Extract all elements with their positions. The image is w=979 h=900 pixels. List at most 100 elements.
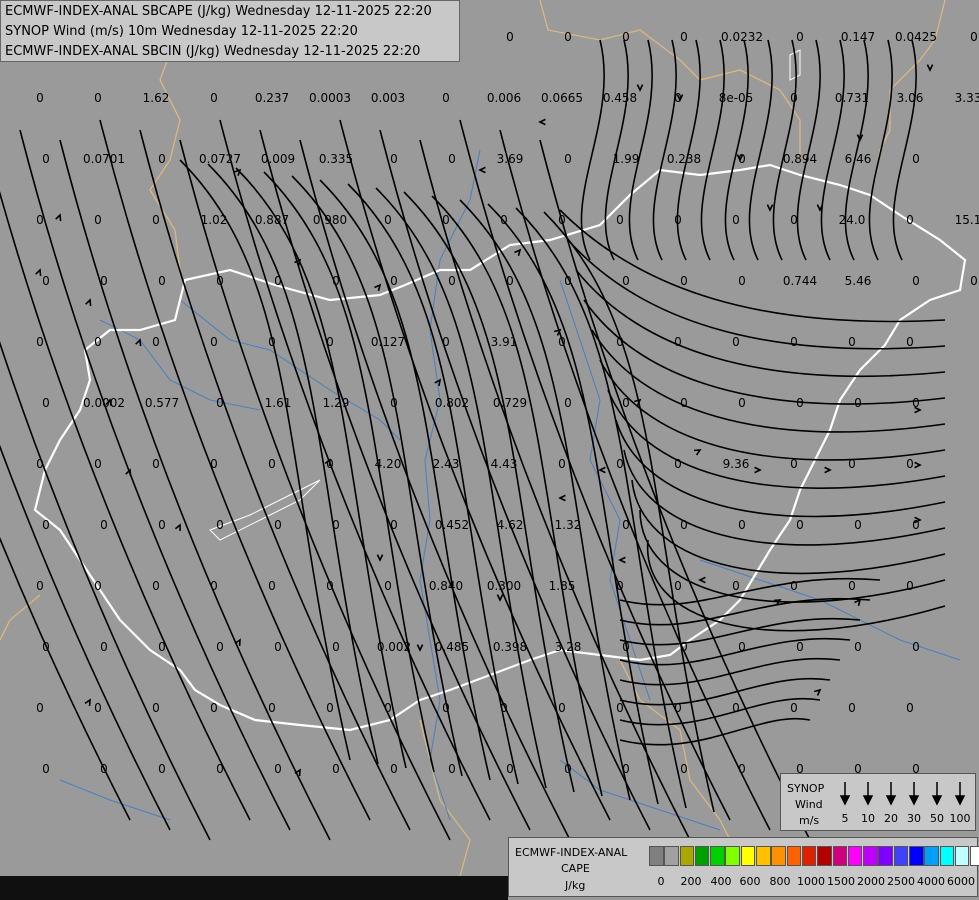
wind-legend-unit: m/s — [799, 814, 820, 827]
cape-value: 6.46 — [845, 152, 872, 166]
cape-value: 3.28 — [555, 640, 582, 654]
colorbar-swatch — [924, 846, 939, 866]
cape-value: 3.06 — [897, 91, 924, 105]
cape-value: 0 — [848, 579, 856, 593]
arrow-down-icon — [839, 795, 851, 806]
cape-value: 0 — [42, 640, 50, 654]
cape-value: 0 — [970, 274, 978, 288]
cape-value: 0 — [790, 579, 798, 593]
cape-value: 0 — [442, 701, 450, 715]
cape-value: 0 — [622, 274, 630, 288]
cape-value: 0 — [790, 701, 798, 715]
cape-value: 0 — [738, 762, 746, 776]
cape-value: 0 — [622, 640, 630, 654]
cape-value: 0 — [796, 396, 804, 410]
cape-value: 0 — [94, 213, 102, 227]
cape-value: 0 — [268, 579, 276, 593]
colorbar-tick-label: 0 — [657, 875, 665, 888]
cape-value: 0 — [738, 396, 746, 410]
cape-value: 0 — [36, 457, 44, 471]
cape-value: 0.0232 — [721, 30, 763, 44]
cape-value: 0 — [158, 152, 166, 166]
colorbar-swatch — [694, 846, 710, 866]
colorbar-swatch — [939, 846, 955, 866]
cape-value: 24.0 — [839, 213, 866, 227]
cape-value: 0 — [564, 274, 572, 288]
cape-value: 0 — [216, 640, 224, 654]
colorbar-swatch — [756, 846, 771, 866]
cape-value: 0 — [912, 640, 920, 654]
cape-value: 0 — [796, 518, 804, 532]
cape-value: 1.99 — [613, 152, 640, 166]
cape-value: 0 — [390, 762, 398, 776]
cape-value: 0 — [732, 335, 740, 349]
cape-value: 0 — [216, 396, 224, 410]
colorbar-tick-label: 4000 — [917, 875, 945, 888]
cape-value: 0 — [210, 335, 218, 349]
map-title-box: ECMWF-INDEX-ANAL SBCAPE (J/kg) Wednesday… — [0, 0, 460, 62]
cape-value: 0 — [732, 701, 740, 715]
cape-value: 0 — [970, 30, 978, 44]
cape-value: 0 — [622, 30, 630, 44]
cape-value: 0.009 — [261, 152, 295, 166]
cape-value: 0 — [796, 30, 804, 44]
cape-value: 0 — [448, 152, 456, 166]
cape-value: 0 — [100, 640, 108, 654]
arrow-down-icon — [885, 795, 897, 806]
cape-value: 0.980 — [313, 213, 347, 227]
cape-value: 0 — [332, 274, 340, 288]
cape-value: 0 — [326, 579, 334, 593]
cape-value: 0 — [100, 518, 108, 532]
cape-value: 0 — [158, 274, 166, 288]
colorbar-swatch — [893, 846, 909, 866]
cape-value: 0.840 — [429, 579, 463, 593]
cape-value: 0 — [442, 91, 450, 105]
cape-value: 0 — [94, 457, 102, 471]
cape-value: 0 — [506, 762, 514, 776]
cape-value: 4.62 — [497, 518, 524, 532]
colorbar-swatch — [679, 846, 695, 866]
cape-value: 8e-05 — [719, 91, 754, 105]
cape-value: 0 — [332, 762, 340, 776]
cape-value: 0 — [674, 701, 682, 715]
cape-value: 0 — [616, 457, 624, 471]
cape-value: 1.02 — [201, 213, 228, 227]
cape-value: 0 — [558, 335, 566, 349]
cape-value: 0 — [564, 396, 572, 410]
cape-value: 0.006 — [487, 91, 521, 105]
cape-value: 0 — [332, 640, 340, 654]
cape-value: 0.894 — [783, 152, 817, 166]
title-sbcin: ECMWF-INDEX-ANAL SBCIN (J/kg) Wednesday … — [5, 44, 421, 59]
weather-map[interactable]: 000.4910.48100.2960000000.023200.1470.04… — [0, 0, 979, 900]
cape-value: 0 — [326, 335, 334, 349]
cape-value: 0.127 — [371, 335, 405, 349]
wind-speed-label: 50 — [930, 812, 944, 825]
cape-value: 0 — [732, 579, 740, 593]
cape-value: 1.29 — [323, 396, 350, 410]
cape-value: 0.485 — [435, 640, 469, 654]
arrow-down-icon — [908, 795, 920, 806]
cape-value: 0 — [622, 762, 630, 776]
colorbar-swatch — [954, 846, 970, 866]
cape-value: 0 — [558, 213, 566, 227]
cape-value: 0 — [790, 213, 798, 227]
cape-value: 0 — [216, 762, 224, 776]
colorbar-tick-label: 200 — [680, 875, 702, 888]
cape-value: 0 — [906, 457, 914, 471]
cape-value: 0 — [210, 457, 218, 471]
cape-value: 0 — [912, 274, 920, 288]
colorbar-swatch — [740, 846, 756, 866]
cape-value: 0 — [912, 152, 920, 166]
cape-value: 0 — [738, 518, 746, 532]
colorbar-swatch — [725, 846, 740, 866]
cape-value: 0 — [274, 762, 282, 776]
title-sbcape: ECMWF-INDEX-ANAL SBCAPE (J/kg) Wednesday… — [5, 4, 432, 19]
colorbar-swatch — [863, 846, 878, 866]
cape-value: 0 — [448, 274, 456, 288]
cape-value: 0 — [848, 457, 856, 471]
cape-value: 0 — [506, 30, 514, 44]
colorbar-swatch — [878, 846, 893, 866]
map-background — [0, 0, 979, 900]
cape-value: 0 — [326, 701, 334, 715]
cape-value: 0 — [36, 91, 44, 105]
